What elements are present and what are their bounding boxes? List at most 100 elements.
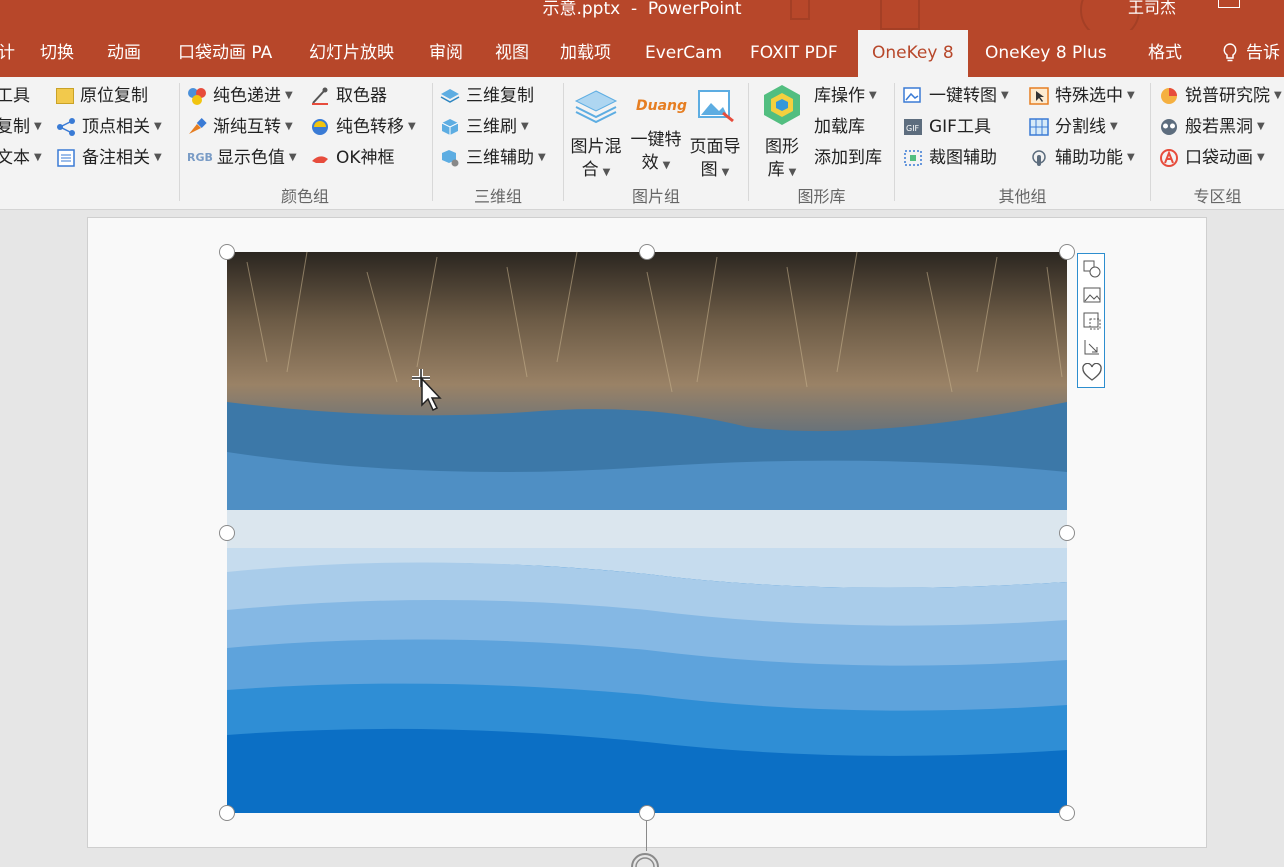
item-label: 库操作	[814, 86, 865, 106]
ribbon-item-show-color-value[interactable]: RGB 显示色值 ▼	[187, 145, 297, 171]
resize-handle-bottom-right[interactable]	[1059, 805, 1075, 821]
button-label: 效	[641, 153, 659, 173]
group-label-other: 其他组	[998, 187, 1047, 206]
button-label: 图形	[765, 137, 799, 157]
user-name[interactable]: 王司杰	[1128, 0, 1176, 18]
image-icon[interactable]	[1082, 285, 1102, 305]
ribbon-item-special-select[interactable]: 特殊选中 ▼	[1029, 83, 1135, 109]
resize-handle-top[interactable]	[639, 244, 655, 260]
resize-handle-top-left[interactable]	[219, 244, 235, 260]
ribbon-item-color-transfer[interactable]: 纯色转移 ▼	[310, 114, 416, 140]
duang-icon: Duang	[634, 83, 687, 127]
ribbon-item-3d-copy[interactable]: 三维复制	[440, 83, 534, 109]
chevron-down-icon: ▼	[721, 167, 730, 178]
shape-library-button[interactable]: 图形 库 ▼	[756, 83, 808, 184]
ribbon-item-text[interactable]: 文本 ▼	[0, 145, 42, 171]
item-label: GIF工具	[929, 117, 991, 137]
layout-arrow-icon[interactable]	[1082, 337, 1102, 357]
resize-handle-bottom-left[interactable]	[219, 805, 235, 821]
ribbon-item-add-to-library[interactable]: 添加到库	[814, 145, 882, 171]
one-key-effect-button[interactable]: Duang 一键特 效 ▼	[626, 83, 688, 177]
ribbon-item-ok-frame[interactable]: OK神框	[310, 145, 395, 171]
ribbon-item-tools[interactable]: 工具	[0, 83, 30, 109]
ribbon-item-notes[interactable]: 备注相关 ▼	[56, 145, 162, 171]
item-label: 口袋动画	[1185, 148, 1253, 168]
page-export-button[interactable]: 页面导 图 ▼	[686, 83, 744, 184]
group-label-3d: 三维组	[473, 187, 522, 206]
item-label: 特殊选中	[1055, 86, 1123, 106]
ribbon-item-eyedropper[interactable]: 取色器	[310, 83, 387, 109]
item-label: 加载库	[814, 117, 865, 137]
item-label: 辅助功能	[1055, 148, 1123, 168]
crop-frame-icon[interactable]	[1082, 311, 1102, 331]
item-label: 三维复制	[466, 86, 534, 106]
ribbon-item-paste-in-place[interactable]: 原位复制	[56, 83, 148, 109]
ribbon-item-vertex[interactable]: 顶点相关 ▼	[56, 114, 162, 140]
duang-text: Duang	[636, 98, 688, 114]
tab-addins[interactable]: 加载项	[560, 30, 611, 77]
ribbon-item-load-library[interactable]: 加载库	[814, 114, 865, 140]
pie-chart-icon	[1161, 88, 1177, 104]
resize-handle-top-right[interactable]	[1059, 244, 1075, 260]
slide-image[interactable]	[227, 252, 1067, 813]
resize-handle-right[interactable]	[1059, 525, 1075, 541]
chevron-down-icon: ▼	[1257, 121, 1265, 132]
rotate-icon[interactable]	[627, 849, 663, 867]
image-convert-icon	[903, 87, 921, 103]
tab-design[interactable]: 计	[0, 30, 15, 77]
button-label: 图片混	[570, 137, 622, 157]
button-label: 库	[767, 160, 785, 180]
ribbon-item-convert-to-image[interactable]: 一键转图 ▼	[903, 83, 1009, 109]
item-label: 取色器	[336, 86, 387, 106]
chevron-down-icon: ▼	[34, 121, 42, 132]
ribbon-item-assist-functions[interactable]: 辅助功能 ▼	[1029, 145, 1135, 171]
gradient-brush-icon	[189, 118, 207, 134]
select-cursor-icon	[1029, 87, 1049, 105]
shapes-icon[interactable]	[1082, 259, 1102, 279]
item-label: 三维辅助	[466, 148, 534, 168]
tab-evercam[interactable]: EverCam	[645, 30, 722, 77]
landscape-photo	[227, 252, 1067, 813]
ribbon-item-black-hole[interactable]: 般若黑洞 ▼	[1159, 114, 1265, 140]
item-label: 显示色值	[216, 148, 285, 168]
ribbon-item-gradient-convert[interactable]: 渐纯互转 ▼	[187, 114, 293, 140]
tab-pocket-animation[interactable]: 口袋动画 PA	[178, 30, 272, 77]
ribbon-item-copy[interactable]: 复制 ▼	[0, 114, 42, 140]
ribbon-item-solid-gradient[interactable]: 纯色递进 ▼	[187, 83, 293, 109]
tab-review[interactable]: 审阅	[429, 30, 463, 77]
share-icon[interactable]	[1218, 0, 1240, 8]
picture-blend-button[interactable]: 图片混 合 ▼	[566, 83, 626, 184]
pocket-animation-icon	[1160, 149, 1178, 167]
ribbon-item-3d-brush[interactable]: 三维刷 ▼	[440, 114, 529, 140]
button-label: 页面导	[689, 137, 741, 157]
ribbon-item-gif-tool[interactable]: GIF GIF工具	[903, 114, 991, 140]
chevron-down-icon: ▼	[285, 90, 293, 101]
chevron-down-icon: ▼	[1274, 90, 1282, 101]
quick-action-bar	[1077, 253, 1105, 388]
tab-format[interactable]: 格式	[1148, 30, 1182, 77]
button-label: 合	[581, 160, 599, 180]
tab-foxit-pdf[interactable]: FOXIT PDF	[750, 30, 838, 77]
heart-icon[interactable]	[1082, 363, 1102, 383]
lightbulb-icon[interactable]	[1223, 43, 1237, 63]
tab-transitions[interactable]: 切换	[40, 30, 74, 77]
tab-onekey-8[interactable]: OneKey 8	[858, 30, 968, 77]
tab-animations[interactable]: 动画	[107, 30, 141, 77]
ribbon-item-divider-lines[interactable]: 分割线 ▼	[1029, 114, 1118, 140]
chevron-down-icon: ▼	[869, 90, 877, 101]
tab-slideshow[interactable]: 幻灯片放映	[309, 30, 394, 77]
tab-onekey-8-plus[interactable]: OneKey 8 Plus	[985, 30, 1107, 77]
group-label-shape-library: 图形库	[797, 187, 846, 206]
ribbon-item-crop-assist[interactable]: 裁图辅助	[903, 145, 997, 171]
chevron-down-icon: ▼	[1127, 90, 1135, 101]
tab-tell-me[interactable]: 告诉	[1246, 30, 1280, 77]
ribbon-item-3d-assist[interactable]: 三维辅助 ▼	[440, 145, 546, 171]
ribbon-item-pocket-animation[interactable]: 口袋动画 ▼	[1159, 145, 1265, 171]
chevron-down-icon: ▼	[154, 152, 162, 163]
ribbon-item-ruipu-institute[interactable]: 锐普研究院 ▼	[1159, 83, 1282, 109]
resize-handle-left[interactable]	[219, 525, 235, 541]
resize-handle-bottom[interactable]	[639, 805, 655, 821]
ribbon-item-library-ops[interactable]: 库操作 ▼	[814, 83, 877, 109]
chevron-down-icon: ▼	[1257, 152, 1265, 163]
tab-view[interactable]: 视图	[495, 30, 529, 77]
